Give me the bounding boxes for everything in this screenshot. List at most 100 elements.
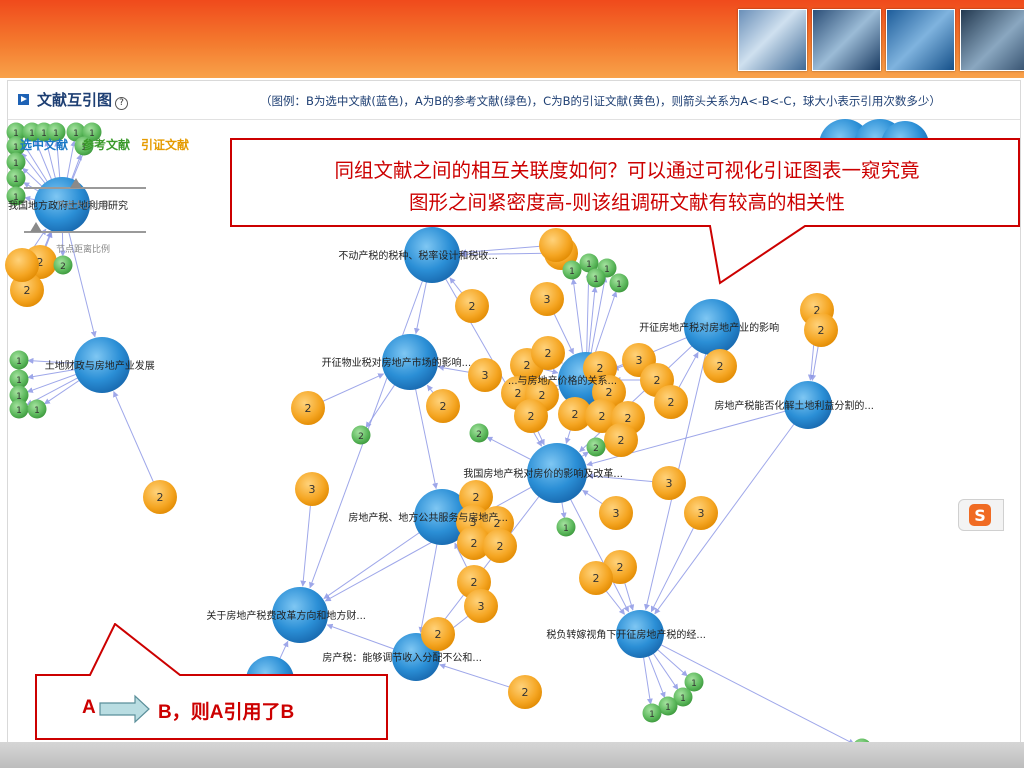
reference-node-count: 1: [680, 694, 686, 704]
node-distance-slider-label: 节点距离比例: [56, 245, 111, 255]
citation-node-count: 2: [528, 410, 535, 423]
citation-node[interactable]: 2: [531, 336, 565, 370]
citation-node[interactable]: 3: [599, 496, 633, 530]
citation-node[interactable]: 3: [652, 466, 686, 500]
legend-selected-label[interactable]: 选中文献: [20, 136, 68, 153]
node-label: ...与房地产价格的关系...: [508, 374, 617, 387]
citation-node[interactable]: [5, 248, 39, 282]
bottom-callout-a: A: [82, 697, 96, 718]
citation-node[interactable]: 2: [508, 675, 542, 709]
citation-edge: [113, 391, 161, 498]
reference-node-count: 2: [358, 432, 364, 442]
citation-node-count: 3: [666, 477, 673, 490]
node-label: 开征房地产税对房地产业的影响: [639, 321, 779, 334]
node-distance-slider[interactable]: [24, 231, 146, 233]
reference-node-count: 2: [476, 430, 482, 440]
sogou-s-icon: S: [969, 504, 991, 526]
legend-reference-label[interactable]: 参考文献: [82, 136, 130, 153]
node-label: 房地产税能否化解土地利益分割的...: [714, 399, 874, 412]
reference-node[interactable]: 1: [556, 517, 576, 537]
citation-node-count: 2: [497, 540, 504, 553]
slide-footer-bar: [0, 742, 1024, 768]
citation-node-count: 2: [593, 572, 600, 585]
node-size-slider[interactable]: [24, 187, 146, 189]
citation-node-count: 2: [524, 359, 531, 372]
node-label: 土地财政与房地产业发展: [45, 359, 155, 372]
citation-node-count: 2: [545, 347, 552, 360]
reference-node-count: 1: [13, 159, 19, 169]
citation-node-count: 2: [471, 537, 478, 550]
reference-node[interactable]: 2: [53, 255, 73, 275]
citation-node-count: 2: [471, 576, 478, 589]
citation-node-count: 2: [539, 389, 546, 402]
legend-citation-label[interactable]: 引证文献: [141, 136, 189, 153]
citation-node-count: 2: [597, 362, 604, 375]
citation-node[interactable]: 2: [143, 480, 177, 514]
citation-node-count: 3: [478, 600, 485, 613]
citation-node-count: 2: [599, 410, 606, 423]
citation-node-count: 3: [613, 507, 620, 520]
reference-node[interactable]: 1: [6, 168, 26, 188]
citation-node[interactable]: 2: [291, 391, 325, 425]
citation-node[interactable]: 2: [483, 529, 517, 563]
citation-node-count: 2: [618, 434, 625, 447]
citation-node-count: 3: [482, 369, 489, 382]
citation-node[interactable]: 2: [604, 423, 638, 457]
citation-node[interactable]: 2: [654, 385, 688, 419]
citation-node-count: 3: [544, 293, 551, 306]
reference-node-count: 1: [649, 710, 655, 720]
citation-node-count: 2: [522, 686, 529, 699]
citation-node-count: 2: [157, 491, 164, 504]
citation-node-count: 2: [617, 561, 624, 574]
citation-node-count: 2: [24, 284, 31, 297]
node-size-slider-handle[interactable]: [70, 178, 82, 188]
reference-node-count: 2: [593, 444, 599, 454]
citation-node-count: 2: [654, 374, 661, 387]
citation-node[interactable]: 2: [426, 389, 460, 423]
citation-node[interactable]: 3: [464, 589, 498, 623]
reference-node[interactable]: 1: [9, 399, 29, 419]
reference-node-count: 1: [16, 406, 22, 416]
hub-edge: [654, 404, 809, 615]
bottom-callout-text: B，则A引用了B: [158, 702, 295, 723]
citation-node-count: 2: [440, 400, 447, 413]
citation-node-count: 2: [717, 360, 724, 373]
reference-node[interactable]: 1: [9, 350, 29, 370]
reference-node[interactable]: 1: [27, 399, 47, 419]
citation-node-count: 2: [469, 300, 476, 313]
citation-node[interactable]: 3: [468, 358, 502, 392]
reference-node[interactable]: 1: [642, 703, 662, 723]
citation-node[interactable]: 2: [703, 349, 737, 383]
citation-node[interactable]: 2: [804, 313, 838, 347]
citation-node[interactable]: 2: [514, 399, 548, 433]
citation-node[interactable]: 2: [455, 289, 489, 323]
reference-node-count: 1: [34, 406, 40, 416]
node-label: 房地产税、地方公共服务与房地产...: [348, 511, 508, 524]
reference-edge: [639, 633, 855, 745]
top-callout-line1: 同组文献之间的相互关联度如何？可以通过可视化引证图表一窥究竟: [334, 159, 920, 182]
reference-node-count: 1: [16, 376, 22, 386]
node-distance-slider-handle[interactable]: [30, 222, 42, 232]
citation-node[interactable]: 2: [579, 561, 613, 595]
node-label: 我国房地产税对房价的影响及改革...: [463, 467, 623, 480]
reference-node-count: 2: [60, 262, 66, 272]
reference-node-count: 1: [13, 143, 19, 153]
citation-node[interactable]: 3: [295, 472, 329, 506]
citation-node-count: 2: [818, 324, 825, 337]
citation-node-count: 2: [515, 387, 522, 400]
citation-node-count: 2: [572, 408, 579, 421]
reference-node-count: 1: [563, 524, 569, 534]
node-label: 关于房地产税费改革方向和地方财...: [206, 609, 366, 622]
reference-node[interactable]: 2: [469, 423, 489, 443]
reference-node[interactable]: 2: [586, 437, 606, 457]
reference-node-count: 1: [691, 679, 697, 689]
reference-node[interactable]: 2: [351, 425, 371, 445]
citation-node-count: 2: [606, 386, 613, 399]
citation-node[interactable]: 3: [684, 496, 718, 530]
citation-node[interactable]: 2: [421, 617, 455, 651]
citation-node-shape[interactable]: [5, 248, 39, 282]
input-method-icon[interactable]: S: [958, 499, 1004, 531]
citation-node-count: 2: [625, 412, 632, 425]
top-callout-line2: 图形之间紧密度高-则该组调研文献有较高的相关性: [408, 191, 846, 214]
node-label: 开征物业税对房地产市场的影响...: [322, 356, 472, 369]
